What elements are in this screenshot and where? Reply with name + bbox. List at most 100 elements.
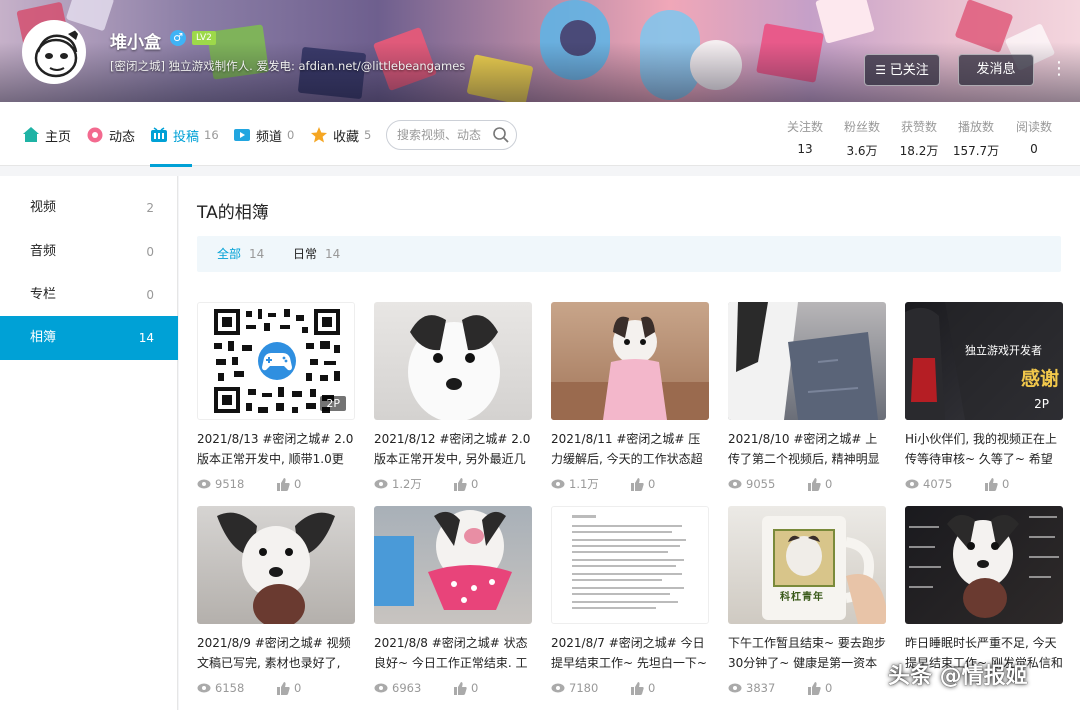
album-thumbnail[interactable] (551, 506, 709, 624)
content-sidebar: 视频 2 音频 0 专栏 0 相簿 14 (0, 176, 178, 710)
thumbs-up-icon (985, 477, 998, 491)
thumbs-up-icon (454, 681, 467, 695)
album-thumbnail[interactable]: 科杠青年 (728, 506, 886, 624)
tab-dynamic[interactable]: 动态 (86, 124, 135, 146)
view-count: 6158 (197, 681, 244, 695)
album-title[interactable]: 2021/8/10 #密闭之城# 上传了第二个视频后, 精神明显放 (728, 429, 886, 469)
thumbs-up-icon (808, 477, 821, 491)
stat-likes: 获赞数 18.2万 (899, 120, 939, 158)
view-count: 3837 (728, 681, 775, 695)
album-thumbnail[interactable] (374, 506, 532, 624)
puppy-dark-background-photo (909, 514, 1059, 618)
album-title[interactable]: 2021/8/8 #密闭之城# 状态良好~ 今日工作正常结束. 工作 (374, 633, 532, 673)
sidebar-item-videos[interactable]: 视频 2 (0, 186, 178, 230)
eye-icon (905, 479, 919, 489)
like-count[interactable]: 0 (631, 477, 655, 491)
album-title[interactable]: 2021/8/13 #密闭之城# 2.0版本正常开发中, 顺带1.0更新了 (197, 429, 355, 469)
album-thumbnail[interactable] (728, 302, 886, 420)
stat-plays: 播放数 157.7万 (952, 120, 1000, 158)
like-count[interactable]: 0 (631, 681, 655, 695)
puppy-photo (408, 315, 500, 420)
album-card[interactable]: 2021/8/12 #密闭之城# 2.0版本正常开发中, 另外最近几天, 1.2… (374, 302, 532, 492)
album-thumbnail[interactable] (197, 506, 355, 624)
view-count: 7180 (551, 681, 598, 695)
level-badge: LV2 (192, 31, 216, 45)
video-upload-icon (151, 127, 167, 142)
eye-icon (551, 479, 565, 489)
sidebar-item-audio[interactable]: 音频 0 (0, 230, 178, 274)
eye-icon (551, 683, 565, 693)
sidebar-item-albums[interactable]: 相簿 14 (0, 316, 178, 360)
album-card[interactable]: 2021/8/9 #密闭之城# 视频文稿已写完, 素材也录好了, 先关 6158… (197, 506, 355, 696)
album-card[interactable]: 2P 2021/8/13 #密闭之城# 2.0版本正常开发中, 顺带1.0更新了… (197, 302, 355, 492)
album-card[interactable]: 科杠青年 下午工作暂且结束~ 要去跑步30分钟了~ 健康是第一资本~ 3837 … (728, 506, 886, 696)
tab-channels[interactable]: 频道 0 (233, 124, 294, 146)
album-thumbnail[interactable]: 独立游戏开发者 感谢 2P (905, 302, 1063, 420)
view-count: 1.1万 (551, 476, 599, 492)
dog-with-jeans-photo (728, 302, 878, 420)
stat-reads: 阅读数 0 (1015, 120, 1052, 156)
like-count[interactable]: 0 (277, 477, 301, 491)
gender-male-icon: ♂ (170, 30, 186, 46)
eye-icon (197, 479, 211, 489)
user-bio: [密闭之城] 独立游戏制作人. 爱发电: afdian.net/@littleb… (110, 59, 466, 73)
eye-icon (197, 683, 211, 693)
profile-nav: 主页 动态 投稿 16 频道 0 收藏 5 搜索视频、动态 关注数 13 粉丝数 3… (0, 102, 1080, 167)
album-title[interactable]: 2021/8/7 #密闭之城# 今日提早结束工作~ 先坦白一下~ 这 (551, 633, 709, 673)
tab-favorites[interactable]: 收藏 5 (310, 124, 371, 146)
album-title[interactable]: 下午工作暂且结束~ 要去跑步30分钟了~ 健康是第一资本~ (728, 633, 886, 673)
thumbs-up-icon (808, 681, 821, 695)
like-count[interactable]: 0 (808, 477, 832, 491)
puppy-in-pink-dress-photo (551, 316, 709, 420)
search-input[interactable]: 搜索视频、动态 (386, 120, 517, 150)
filter-all[interactable]: 全部 14 (217, 236, 264, 272)
tab-submissions[interactable]: 投稿 16 (150, 124, 219, 146)
album-card[interactable]: 昨日睡眠时长严重不足, 今天提早结束工作~ 刚发觉私信和 (905, 506, 1063, 673)
eye-icon (728, 683, 742, 693)
profile-banner: 堆小盒 ♂ LV2 [密闭之城] 独立游戏制作人. 爱发电: afdian.ne… (0, 0, 1080, 102)
user-avatar[interactable] (22, 20, 86, 84)
thumbs-up-icon (454, 477, 467, 491)
view-count: 6963 (374, 681, 421, 695)
album-card[interactable]: 2021/8/8 #密闭之城# 状态良好~ 今日工作正常结束. 工作 6963 … (374, 506, 532, 696)
stat-fans[interactable]: 粉丝数 3.6万 (840, 118, 884, 159)
filter-daily[interactable]: 日常 14 (293, 236, 340, 272)
album-thumbnail[interactable] (905, 506, 1063, 624)
watermark-text: 头条 @情报姬 (888, 664, 1028, 689)
like-count[interactable]: 0 (808, 681, 832, 695)
album-title[interactable]: 2021/8/9 #密闭之城# 视频文稿已写完, 素材也录好了, 先关 (197, 633, 355, 673)
view-count: 9518 (197, 477, 244, 491)
album-panel: TA的相簿 全部 14 日常 14 2P 2021/8/13 #密闭之城# 2.… (179, 176, 1080, 710)
home-icon (23, 127, 39, 142)
album-title[interactable]: Hi小伙伴们, 我的视频正在上传等待审核~ 久等了~ 希望大 (905, 429, 1063, 469)
tab-home[interactable]: 主页 (22, 124, 71, 146)
album-thumbnail[interactable] (551, 302, 709, 420)
username: 堆小盒 (110, 33, 161, 53)
send-message-button[interactable]: 发消息 (958, 54, 1034, 86)
thumbs-up-icon (277, 681, 290, 695)
like-count[interactable]: 0 (985, 477, 1009, 491)
puppy-with-scarf-photo (374, 510, 512, 610)
followed-button[interactable]: ☰ 已关注 (864, 54, 940, 86)
album-card[interactable]: 2021/8/7 #密闭之城# 今日提早结束工作~ 先坦白一下~ 这 7180 … (551, 506, 709, 696)
eye-icon (374, 479, 388, 489)
sidebar-item-articles[interactable]: 专栏 0 (0, 273, 178, 317)
album-card[interactable]: 2021/8/11 #密闭之城# 压力缓解后, 今天的工作状态超级 1.1万 0 (551, 302, 709, 492)
album-thumbnail[interactable] (374, 302, 532, 420)
active-tab-indicator (150, 164, 192, 167)
more-options-icon[interactable]: ⋮ (1044, 54, 1074, 86)
album-card[interactable]: 独立游戏开发者 感谢 2P Hi小伙伴们, 我的视频正在上传等待审核~ 久等了~… (905, 302, 1063, 492)
star-icon (311, 127, 327, 143)
like-count[interactable]: 0 (454, 681, 478, 695)
eye-icon (728, 479, 742, 489)
like-count[interactable]: 0 (277, 681, 301, 695)
album-card[interactable]: 2021/8/10 #密闭之城# 上传了第二个视频后, 精神明显放 9055 0 (728, 302, 886, 492)
album-filter-bar: 全部 14 日常 14 (197, 236, 1061, 272)
like-count[interactable]: 0 (454, 477, 478, 491)
view-count: 9055 (728, 477, 775, 491)
search-icon[interactable] (492, 126, 510, 144)
stat-following[interactable]: 关注数 13 (785, 118, 825, 156)
album-title[interactable]: 2021/8/11 #密闭之城# 压力缓解后, 今天的工作状态超级 (551, 429, 709, 469)
album-title[interactable]: 2021/8/12 #密闭之城# 2.0版本正常开发中, 另外最近几天, (374, 429, 532, 469)
album-thumbnail[interactable]: 2P (197, 302, 355, 420)
